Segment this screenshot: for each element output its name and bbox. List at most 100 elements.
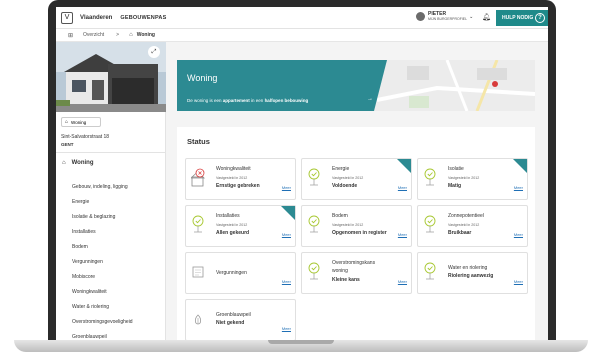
nav-item-bodem[interactable]: Bodem xyxy=(72,244,88,250)
nav-item-isolatie[interactable]: Isolatie & beglazing xyxy=(72,214,115,220)
avatar xyxy=(416,12,425,21)
grid-icon: ⊞ xyxy=(68,32,74,39)
user-menu[interactable]: PIETER MIJN BURGERPROFIEL ⌄ xyxy=(416,11,473,22)
arrow-right-icon[interactable]: → xyxy=(367,96,373,102)
check-pin-icon xyxy=(308,168,320,186)
tile-value: Riolering aanwezig xyxy=(448,273,494,279)
house-photo[interactable]: ⤢ xyxy=(56,42,166,112)
meer-link[interactable]: Meer xyxy=(398,232,407,237)
sidebar: ⤢ ⌂ Woning Sint-Salvatorstraat 18 GENT ⌂… xyxy=(56,42,166,340)
nav-item-overstroming[interactable]: Overstromingsgevoeligheid xyxy=(72,319,133,325)
house-icon: ⌂ xyxy=(129,32,133,38)
hero-title: Woning xyxy=(187,73,218,83)
breadcrumb-separator: > xyxy=(116,32,120,38)
tile-date: Vastgesteld in 2012 xyxy=(332,176,364,180)
house-icon: ⌂ xyxy=(65,119,69,125)
tile-date: Vastgesteld in 2012 xyxy=(216,176,248,180)
tile-groenblauwpeil[interactable]: Groenblauwpeil Niet gekend Meer xyxy=(185,299,296,340)
meer-link[interactable]: Meer xyxy=(398,279,407,284)
document-icon xyxy=(192,266,204,278)
meer-link[interactable]: Meer xyxy=(282,232,291,237)
tile-zonnepotentieel[interactable]: Zonnepotentieel Vastgesteld in 2012 Brui… xyxy=(417,205,528,247)
tile-installaties[interactable]: Installaties Vastgesteld in 2012 Allen g… xyxy=(185,205,296,247)
tile-name: Water en riolering xyxy=(448,265,488,271)
tile-overstromingskans[interactable]: Overstromingskans woning Kleine kans Mee… xyxy=(301,252,412,294)
help-button[interactable]: HULP NODIG ? xyxy=(496,10,548,26)
tile-value: Bruikbaar xyxy=(448,230,472,236)
check-pin-icon xyxy=(424,168,436,186)
tile-isolatie[interactable]: Isolatie Vastgesteld in 2012 Matig Meer xyxy=(417,158,528,200)
tile-value: Niet gekend xyxy=(216,320,245,326)
house-icon: ⌂ xyxy=(62,160,66,166)
laptop-notch xyxy=(268,340,334,344)
tile-date: Vastgesteld in 2012 xyxy=(448,176,480,180)
nav-item-mobiscore[interactable]: Mobiscore xyxy=(72,274,95,280)
tile-woningkwaliteit[interactable]: Woningkwaliteit Vastgesteld in 2012 Erns… xyxy=(185,158,296,200)
address: Sint-Salvatorstraat 18 xyxy=(61,134,110,140)
brand-name[interactable]: Vlaanderen xyxy=(80,15,112,21)
meer-link[interactable]: Meer xyxy=(514,279,523,284)
screen: ᐯ Vlaanderen GEBOUWENPAS PIETER MIJN BUR… xyxy=(56,7,548,340)
app-name[interactable]: GEBOUWENPAS xyxy=(120,15,166,21)
new-badge-icon xyxy=(397,159,411,173)
meer-link[interactable]: Meer xyxy=(282,279,291,284)
chevron-down-icon: ⌄ xyxy=(469,13,474,20)
nav-item-groenblauwpeil[interactable]: Groenblauwpeil xyxy=(72,334,107,340)
property-tag-label: Woning xyxy=(71,119,87,125)
nav-item-vergunningen[interactable]: Vergunningen xyxy=(72,259,103,265)
new-badge-icon xyxy=(281,206,295,220)
tile-value: Allen gekeurd xyxy=(216,230,250,236)
breadcrumb: ⊞ Overzicht > ⌂ Woning xyxy=(56,29,548,42)
nav-item-energie[interactable]: Energie xyxy=(72,199,89,205)
tile-date: Vastgesteld in 2012 xyxy=(216,223,248,227)
tile-date: Vastgesteld in 2012 xyxy=(332,223,364,227)
breadcrumb-overview[interactable]: Overzicht xyxy=(83,32,104,38)
divider xyxy=(56,152,166,153)
status-section: Status Woningkwaliteit Vastgesteld in 20… xyxy=(177,127,535,340)
tile-name: Woningkwaliteit xyxy=(216,166,251,172)
nav-item-water[interactable]: Water & riolering xyxy=(72,304,109,310)
tile-name: Bodem xyxy=(332,213,348,219)
meer-link[interactable]: Meer xyxy=(514,232,523,237)
check-pin-icon xyxy=(192,215,204,233)
hero-panel xyxy=(177,60,387,111)
tile-energie[interactable]: Energie Vastgesteld in 2012 Voldoende Me… xyxy=(301,158,412,200)
help-label: HULP NODIG xyxy=(502,15,534,21)
tile-water-riolering[interactable]: Water en riolering Riolering aanwezig Me… xyxy=(417,252,528,294)
tile-value: Opgenomen in register xyxy=(332,230,387,236)
check-pin-icon xyxy=(424,215,436,233)
city: GENT xyxy=(61,142,74,147)
meer-link[interactable]: Meer xyxy=(282,326,291,331)
hero-banner[interactable]: Woning De woning is een appartement in e… xyxy=(177,60,535,111)
meer-link[interactable]: Meer xyxy=(514,185,523,190)
tile-name-line2: woning xyxy=(332,268,348,274)
bell-icon[interactable]: 🔔︎ xyxy=(482,13,491,21)
tile-name: Installaties xyxy=(216,213,240,219)
house-warning-icon xyxy=(191,168,205,187)
status-title: Status xyxy=(187,137,210,146)
leaf-icon xyxy=(194,314,202,325)
tile-vergunningen[interactable]: Vergunningen Meer xyxy=(185,252,296,294)
tile-value: Matig xyxy=(448,183,462,189)
tile-value: Voldoende xyxy=(332,183,358,189)
tile-name: Isolatie xyxy=(448,166,464,172)
tile-value: Kleine kans xyxy=(332,277,360,283)
nav-header-woning[interactable]: ⌂ Woning xyxy=(62,160,94,166)
user-profile-label: MIJN BURGERPROFIEL xyxy=(428,17,468,21)
check-pin-icon xyxy=(308,215,320,233)
vlaanderen-logo-icon[interactable]: ᐯ xyxy=(61,11,73,24)
check-pin-icon xyxy=(308,262,320,280)
nav-item-woningkwaliteit[interactable]: Woningkwaliteit xyxy=(72,289,107,295)
meer-link[interactable]: Meer xyxy=(398,185,407,190)
tile-date: Vastgesteld in 2012 xyxy=(448,223,480,227)
check-pin-icon xyxy=(424,262,436,280)
expand-icon[interactable]: ⤢ xyxy=(148,46,160,58)
breadcrumb-current: Woning xyxy=(136,32,155,38)
nav-item-gebouw[interactable]: Gebouw, indeling, ligging xyxy=(72,184,128,190)
new-badge-icon xyxy=(513,159,527,173)
meer-link[interactable]: Meer xyxy=(282,185,291,190)
nav-item-installaties[interactable]: Installaties xyxy=(72,229,96,235)
tile-name: Energie xyxy=(332,166,350,172)
tile-bodem[interactable]: Bodem Vastgesteld in 2012 Opgenomen in r… xyxy=(301,205,412,247)
hero-description: De woning is een appartement in een half… xyxy=(187,98,309,103)
